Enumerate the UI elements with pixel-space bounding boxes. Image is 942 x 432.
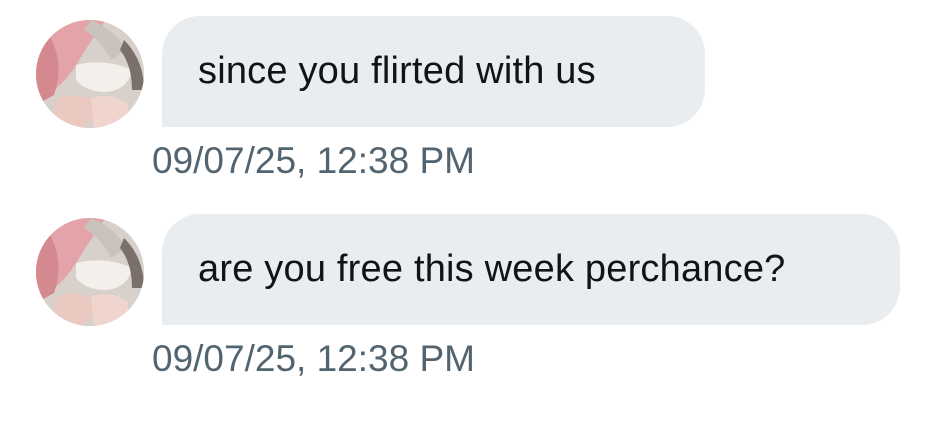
avatar-image xyxy=(36,20,144,128)
avatar[interactable] xyxy=(36,20,144,128)
message-text: are you free this week perchance? xyxy=(198,248,786,290)
message-bubble[interactable]: are you free this week perchance? xyxy=(162,214,900,325)
message-timestamp: 09/07/25, 12:38 PM xyxy=(152,338,475,379)
avatar[interactable] xyxy=(36,218,144,326)
avatar-image xyxy=(36,218,144,326)
message-text: since you flirted with us xyxy=(198,50,596,92)
message-bubble[interactable]: since you flirted with us xyxy=(162,16,705,127)
message-timestamp: 09/07/25, 12:38 PM xyxy=(152,140,475,181)
